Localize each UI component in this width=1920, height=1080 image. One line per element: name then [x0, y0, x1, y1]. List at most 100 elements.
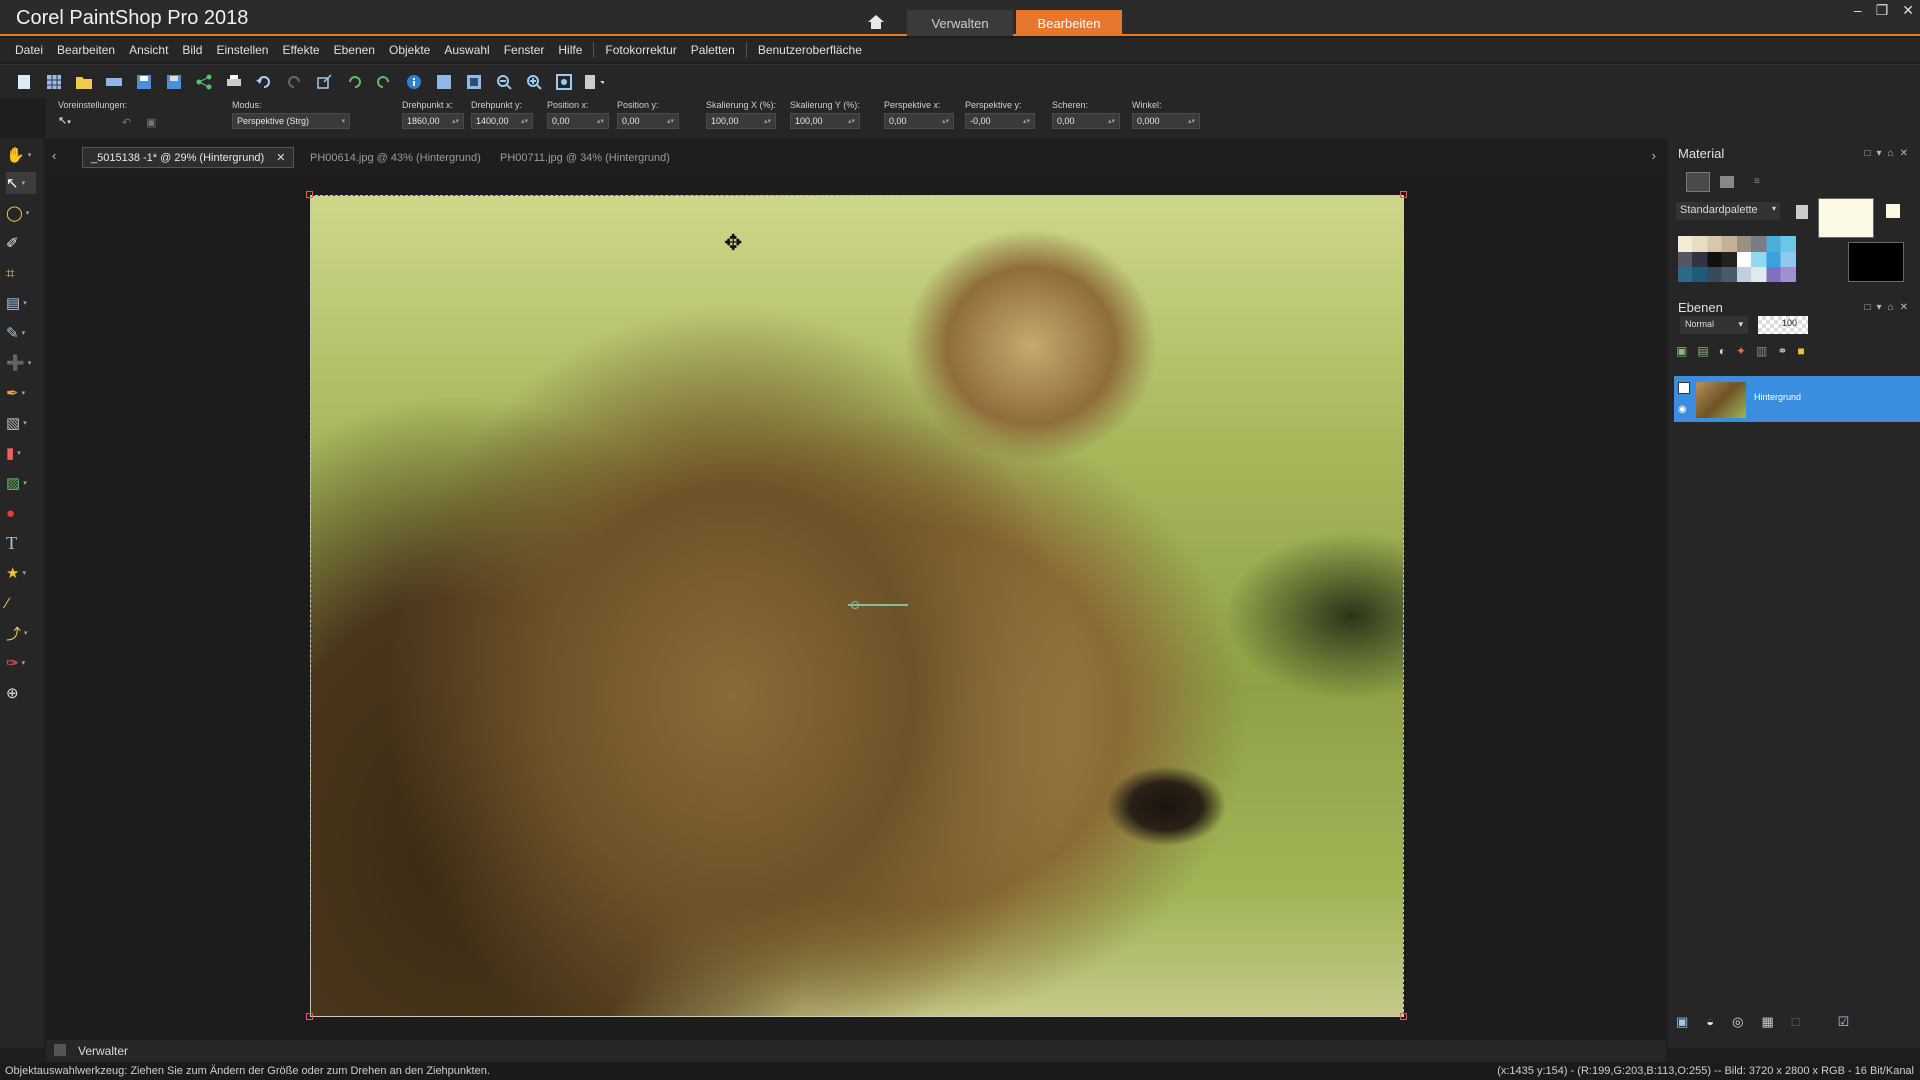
- menu-window[interactable]: Fenster: [497, 43, 552, 57]
- makeover-tool[interactable]: ➕ ▾: [6, 352, 36, 374]
- gradient-tab[interactable]: [1720, 176, 1734, 188]
- delete-icon[interactable]: □: [1792, 1014, 1800, 1036]
- fit-image-icon[interactable]: [464, 72, 484, 92]
- print-icon[interactable]: [224, 72, 244, 92]
- save-as-icon[interactable]: [164, 72, 184, 92]
- link-icon[interactable]: ⚭: [1777, 344, 1787, 364]
- perspective-x-input[interactable]: 0,00 ▴▾: [884, 113, 954, 129]
- adjust-tab[interactable]: ≡: [1754, 176, 1768, 188]
- new-grid-icon[interactable]: [44, 72, 64, 92]
- redo-icon[interactable]: [284, 72, 304, 92]
- color-changer-tool[interactable]: ✑ ▾: [6, 652, 36, 674]
- new-file-icon[interactable]: [14, 72, 34, 92]
- doc-tab-active[interactable]: _5015138 -1* @ 29% (Hintergrund) ✕: [82, 147, 295, 168]
- spinner-icon[interactable]: ▴▾: [597, 117, 604, 125]
- new-layer-icon[interactable]: ▣: [1676, 1014, 1688, 1036]
- tab-edit[interactable]: Bearbeiten: [1016, 10, 1122, 36]
- menu-view[interactable]: Ansicht: [122, 43, 175, 57]
- panel-controls[interactable]: □▾⌂✕: [1865, 302, 1914, 313]
- menu-adjust[interactable]: Einstellen: [209, 43, 275, 57]
- fit-window-icon[interactable]: [434, 72, 454, 92]
- zoom-out-icon[interactable]: [494, 72, 514, 92]
- text-tool[interactable]: T: [6, 532, 36, 554]
- reset-icon[interactable]: ↶: [122, 116, 131, 129]
- full-screen-icon[interactable]: [554, 72, 574, 92]
- doc-tab[interactable]: PH00614.jpg @ 43% (Hintergrund): [302, 147, 489, 168]
- eraser-tool[interactable]: ▮ ▾: [6, 442, 36, 464]
- clone-tool[interactable]: ✎ ▾: [6, 322, 36, 344]
- crop-to-selection-icon[interactable]: [314, 72, 334, 92]
- maximize-button[interactable]: ❐: [1876, 2, 1889, 19]
- spinner-icon[interactable]: ▴▾: [521, 117, 528, 125]
- organizer-label[interactable]: Verwalter: [78, 1044, 128, 1058]
- red-eye-tool[interactable]: ●: [6, 502, 36, 524]
- menu-workspace[interactable]: Benutzeroberfläche: [751, 43, 869, 57]
- options-icon[interactable]: ▣: [146, 116, 156, 129]
- angle-input[interactable]: 0,000 ▴▾: [1132, 113, 1200, 129]
- panel-controls[interactable]: □▾⌂✕: [1865, 148, 1914, 159]
- warp-brush-tool[interactable]: ⤴ ▾: [6, 622, 36, 644]
- swap-colors-icon[interactable]: [1886, 204, 1900, 218]
- selection-tool[interactable]: ◯ ▾: [6, 202, 36, 224]
- new-raster-layer-icon[interactable]: ▣: [1676, 344, 1687, 364]
- tabs-scroll-left-icon[interactable]: ‹: [52, 148, 56, 163]
- foreground-color-swatch[interactable]: [1818, 198, 1874, 238]
- new-mask-icon[interactable]: ◐: [1719, 344, 1726, 364]
- swatches-tab[interactable]: [1686, 172, 1710, 192]
- resize-handle[interactable]: [1400, 1013, 1407, 1020]
- opacity-slider[interactable]: 100: [1758, 316, 1808, 334]
- doc-tab[interactable]: PH00711.jpg @ 34% (Hintergrund): [492, 147, 678, 168]
- apply-icon[interactable]: ☑: [1838, 1014, 1850, 1036]
- new-vector-layer-icon[interactable]: ▤: [1697, 344, 1708, 364]
- spinner-icon[interactable]: ▴▾: [1023, 117, 1030, 125]
- undo-icon[interactable]: [254, 72, 274, 92]
- spinner-icon[interactable]: ▴▾: [452, 117, 459, 125]
- open-folder-icon[interactable]: [74, 72, 94, 92]
- pen-tool[interactable]: ∕: [6, 592, 36, 614]
- scale-x-input[interactable]: 100,00 ▴▾: [706, 113, 776, 129]
- menu-effects[interactable]: Effekte: [275, 43, 326, 57]
- menu-image[interactable]: Bild: [175, 43, 209, 57]
- resize-handle[interactable]: [1400, 191, 1407, 198]
- properties-icon[interactable]: ▦: [1762, 1014, 1774, 1036]
- mode-select[interactable]: Perspektive (Strg) ▾: [232, 113, 350, 129]
- spinner-icon[interactable]: ▴▾: [667, 117, 674, 125]
- eye-icon[interactable]: ◉: [1678, 404, 1687, 415]
- perspective-y-input[interactable]: -0,00 ▴▾: [965, 113, 1035, 129]
- menu-layers[interactable]: Ebenen: [327, 43, 382, 57]
- shear-input[interactable]: 0,00 ▴▾: [1052, 113, 1120, 129]
- info-icon[interactable]: [404, 72, 424, 92]
- spinner-icon[interactable]: ▴▾: [1108, 117, 1115, 125]
- share-icon[interactable]: [194, 72, 214, 92]
- spinner-icon[interactable]: ▴▾: [1188, 117, 1195, 125]
- color-swatch-row[interactable]: [1678, 267, 1796, 282]
- scale-y-input[interactable]: 100,00 ▴▾: [790, 113, 860, 129]
- spinner-icon[interactable]: ▴▾: [942, 117, 949, 125]
- scan-icon[interactable]: [104, 72, 124, 92]
- blend-mode-select[interactable]: Normal ▾: [1680, 316, 1748, 334]
- gradient-tool[interactable]: ▧ ▾: [6, 412, 36, 434]
- dropper-tool[interactable]: ✐: [6, 232, 36, 254]
- menu-palettes[interactable]: Paletten: [684, 43, 742, 57]
- tab-manage[interactable]: Verwalten: [907, 10, 1013, 36]
- lock-icon[interactable]: ■: [1797, 344, 1804, 364]
- resize-handle[interactable]: [306, 1013, 313, 1020]
- position-x-input[interactable]: 0,00 ▴▾: [547, 113, 609, 129]
- straighten-tool[interactable]: ▤ ▾: [6, 292, 36, 314]
- menu-photo-correction[interactable]: Fotokorrektur: [598, 43, 683, 57]
- tabs-scroll-right-icon[interactable]: ›: [1652, 148, 1656, 163]
- pan-tool[interactable]: ✋ ▾: [6, 144, 36, 166]
- layer-visibility-icon[interactable]: [1678, 382, 1690, 394]
- close-icon[interactable]: ✕: [276, 151, 285, 164]
- save-icon[interactable]: [134, 72, 154, 92]
- fill-tool[interactable]: ▨ ▾: [6, 472, 36, 494]
- palette-select[interactable]: Standardpalette ▾: [1676, 202, 1780, 220]
- brush-icon[interactable]: ◒: [1706, 1014, 1714, 1036]
- pivot-y-input[interactable]: 1400,00 ▴▾: [471, 113, 533, 129]
- zoom-in-icon[interactable]: [524, 72, 544, 92]
- pick-tool[interactable]: ↖ ▾: [6, 172, 36, 194]
- minimize-button[interactable]: –: [1854, 2, 1862, 19]
- menu-help[interactable]: Hilfe: [551, 43, 589, 57]
- presets-dropdown[interactable]: ↖▾: [58, 114, 127, 127]
- preset-shape-tool[interactable]: ★ ▾: [6, 562, 36, 584]
